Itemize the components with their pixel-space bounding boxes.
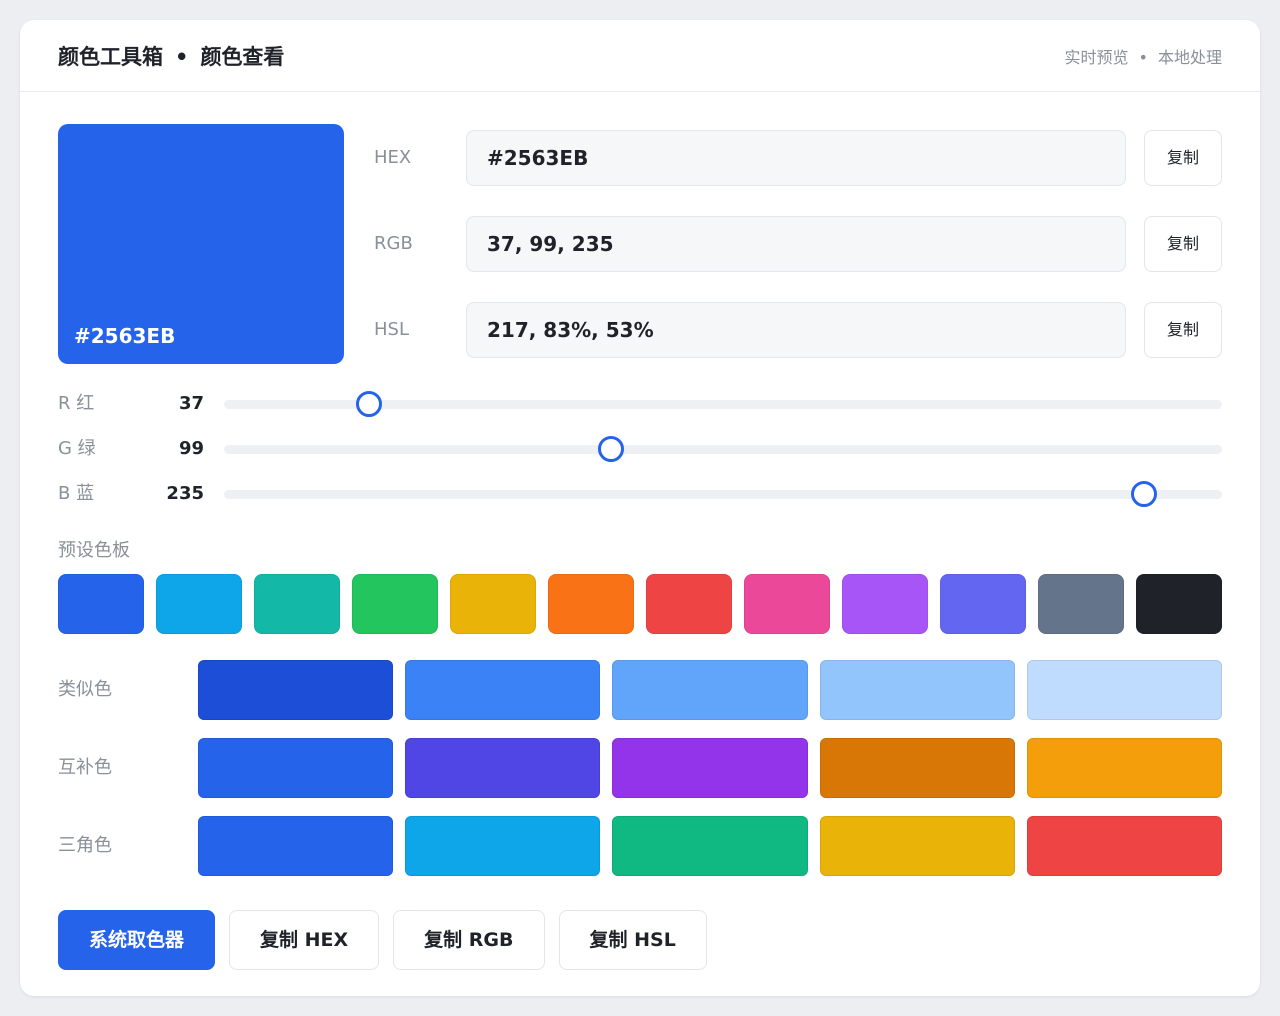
scheme-analogous: 类似色 bbox=[58, 660, 1223, 720]
slider-red-value: 37 bbox=[178, 393, 204, 414]
slider-red-thumb[interactable] bbox=[355, 391, 382, 417]
slider-blue: B 蓝 235 bbox=[58, 479, 1222, 509]
palette-swatch[interactable] bbox=[352, 574, 438, 634]
slider-green-label: G 绿 bbox=[58, 438, 96, 459]
scheme-complementary-label: 互补色 bbox=[58, 757, 112, 778]
slider-red: R 红 37 bbox=[58, 389, 1222, 419]
scheme-swatch[interactable] bbox=[405, 660, 601, 720]
slider-blue-value: 235 bbox=[166, 483, 204, 504]
scheme-swatch[interactable] bbox=[819, 816, 1015, 876]
preset-palette bbox=[58, 574, 1222, 634]
title-left: 颜色工具箱 bbox=[58, 44, 163, 69]
scheme-swatch[interactable] bbox=[819, 738, 1015, 798]
meta-live-preview: 实时预览 bbox=[1064, 47, 1129, 67]
header-meta: 实时预览 • 本地处理 bbox=[1065, 44, 1222, 68]
rgb-input[interactable]: 37, 99, 235 bbox=[466, 216, 1126, 272]
scheme-swatch[interactable] bbox=[405, 738, 601, 798]
scheme-complementary: 互补色 bbox=[58, 738, 1223, 798]
palette-swatch[interactable] bbox=[1136, 574, 1222, 634]
scheme-swatch[interactable] bbox=[612, 738, 808, 798]
color-preview: #2563EB bbox=[58, 124, 344, 364]
copy-hex-button[interactable]: 复制 bbox=[1144, 130, 1222, 186]
scheme-analogous-swatches bbox=[198, 660, 1223, 720]
scheme-swatch[interactable] bbox=[1026, 738, 1223, 798]
scheme-swatch[interactable] bbox=[1026, 816, 1223, 876]
scheme-swatch[interactable] bbox=[198, 660, 394, 720]
slider-green-value: 99 bbox=[178, 438, 204, 459]
action-bar: 系统取色器 复制 HEX 复制 RGB 复制 HSL bbox=[58, 910, 707, 970]
hex-label: HEX bbox=[374, 147, 412, 168]
palette-swatch[interactable] bbox=[842, 574, 928, 634]
slider-green: G 绿 99 bbox=[58, 434, 1222, 464]
hsl-input[interactable]: 217, 83%, 53% bbox=[466, 302, 1126, 358]
slider-red-track[interactable] bbox=[224, 391, 1222, 417]
palette-label: 预设色板 bbox=[58, 540, 130, 561]
palette-swatch[interactable] bbox=[548, 574, 634, 634]
palette-swatch[interactable] bbox=[254, 574, 340, 634]
palette-swatch[interactable] bbox=[450, 574, 536, 634]
scheme-swatch[interactable] bbox=[612, 816, 808, 876]
slider-red-label: R 红 bbox=[58, 393, 95, 414]
hex-input[interactable]: #2563EB bbox=[466, 130, 1126, 186]
color-preview-label: #2563EB bbox=[74, 324, 176, 348]
copy-hsl-action-button[interactable]: 复制 HSL bbox=[558, 910, 707, 970]
slider-green-track[interactable] bbox=[224, 436, 1222, 462]
palette-swatch[interactable] bbox=[744, 574, 830, 634]
scheme-triadic-swatches bbox=[198, 816, 1223, 876]
scheme-swatch[interactable] bbox=[1026, 660, 1223, 720]
slider-blue-label: B 蓝 bbox=[58, 483, 95, 504]
hsl-field-row: HSL 217, 83%, 53% 复制 bbox=[374, 302, 1222, 358]
slider-blue-thumb[interactable] bbox=[1130, 481, 1157, 507]
rgb-field-row: RGB 37, 99, 235 复制 bbox=[374, 216, 1222, 272]
color-tool-card: 颜色工具箱 • 颜色查看 实时预览 • 本地处理 #2563EB HEX #2563EB… bbox=[20, 20, 1260, 996]
palette-swatch[interactable] bbox=[940, 574, 1026, 634]
copy-rgb-action-button[interactable]: 复制 RGB bbox=[393, 910, 545, 970]
scheme-swatch[interactable] bbox=[198, 816, 394, 876]
scheme-triadic-label: 三角色 bbox=[58, 835, 112, 856]
scheme-swatch[interactable] bbox=[612, 660, 808, 720]
scheme-analogous-label: 类似色 bbox=[58, 679, 112, 700]
title-right: 颜色查看 bbox=[200, 44, 285, 69]
palette-swatch[interactable] bbox=[156, 574, 242, 634]
slider-green-thumb[interactable] bbox=[598, 436, 625, 462]
title-separator: • bbox=[175, 44, 189, 69]
copy-rgb-button[interactable]: 复制 bbox=[1144, 216, 1222, 272]
header: 颜色工具箱 • 颜色查看 实时预览 • 本地处理 bbox=[20, 20, 1260, 92]
scheme-swatch[interactable] bbox=[819, 660, 1015, 720]
hex-field-row: HEX #2563EB 复制 bbox=[374, 130, 1222, 186]
scheme-swatch[interactable] bbox=[405, 816, 601, 876]
scheme-triadic: 三角色 bbox=[58, 816, 1223, 876]
meta-separator: • bbox=[1138, 47, 1148, 67]
meta-local-processing: 本地处理 bbox=[1157, 47, 1222, 67]
hsl-label: HSL bbox=[374, 319, 409, 340]
system-color-picker-button[interactable]: 系统取色器 bbox=[58, 910, 216, 970]
scheme-complementary-swatches bbox=[198, 738, 1223, 798]
palette-swatch[interactable] bbox=[646, 574, 732, 634]
page-title: 颜色工具箱 • 颜色查看 bbox=[58, 41, 284, 71]
palette-swatch[interactable] bbox=[1038, 574, 1124, 634]
rgb-label: RGB bbox=[374, 233, 413, 254]
copy-hsl-button[interactable]: 复制 bbox=[1144, 302, 1222, 358]
slider-blue-track[interactable] bbox=[224, 481, 1222, 507]
palette-swatch[interactable] bbox=[58, 574, 144, 634]
scheme-swatch[interactable] bbox=[198, 738, 394, 798]
copy-hex-action-button[interactable]: 复制 HEX bbox=[229, 910, 380, 970]
